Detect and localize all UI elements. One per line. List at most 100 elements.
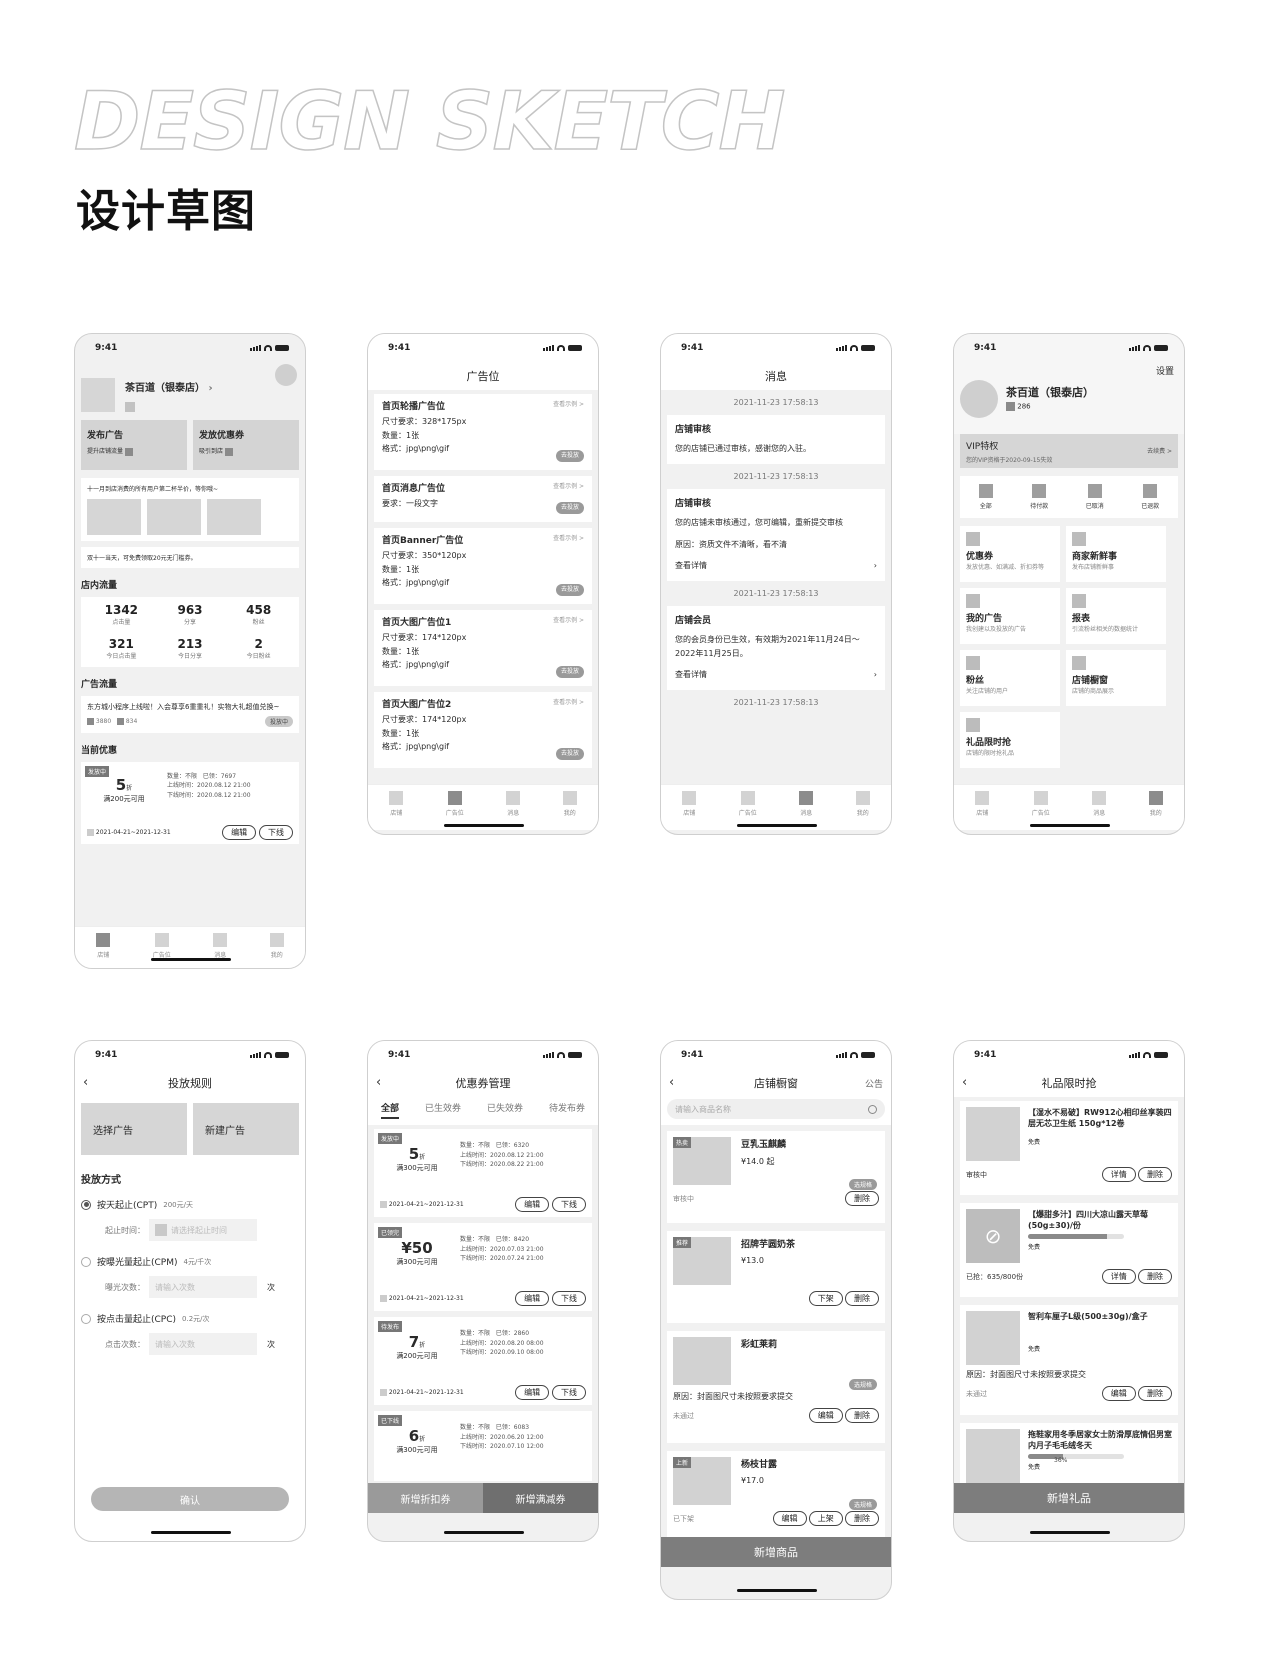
- select-ad-button[interactable]: 选择广告: [81, 1103, 187, 1155]
- tab-shop[interactable]: 店铺: [389, 791, 404, 830]
- avatar[interactable]: [275, 364, 297, 386]
- confirm-button[interactable]: 确认: [91, 1487, 289, 1511]
- delete-button[interactable]: 删除: [1138, 1269, 1172, 1284]
- offline-button[interactable]: 下线: [552, 1291, 586, 1306]
- settings-link[interactable]: 设置: [1156, 364, 1174, 377]
- delete-button[interactable]: 删除: [845, 1511, 879, 1526]
- edit-button[interactable]: 编辑: [515, 1385, 550, 1400]
- menu-fans[interactable]: 粉丝 关注店铺的用户: [960, 650, 1060, 706]
- see-example-link[interactable]: 查看示例 >: [553, 698, 584, 708]
- see-example-link[interactable]: 查看示例 >: [553, 482, 584, 492]
- delete-button[interactable]: 删除: [1138, 1386, 1172, 1401]
- vip-card[interactable]: VIP特权 您的VIP资格于2020-09-15失效 去续费 >: [960, 434, 1178, 468]
- delete-button[interactable]: 删除: [1138, 1167, 1172, 1182]
- spec-button[interactable]: 选规格: [848, 1499, 877, 1510]
- detail-button[interactable]: 详情: [1101, 1167, 1136, 1182]
- ad-traffic-card[interactable]: 东方城小程序上线啦！入会尊享6重重礼！实物大礼超值兑换~ 3880 834 投放…: [81, 696, 299, 733]
- click-input[interactable]: 请输入次数: [149, 1333, 257, 1355]
- vip-renew-link[interactable]: 去续费 >: [1147, 446, 1172, 455]
- tab-shop[interactable]: 店铺: [682, 791, 697, 830]
- view-detail-link[interactable]: 查看详情 ›: [675, 668, 877, 682]
- back-icon[interactable]: ‹: [669, 1075, 674, 1090]
- product-card[interactable]: 热卖 豆乳玉麒麟 ¥14.0 起选规格 审核中 删除: [667, 1131, 885, 1223]
- order-cancelled[interactable]: 已取消: [1086, 484, 1104, 510]
- option-cpt[interactable]: 按天起止(CPT) 200元/天: [75, 1192, 305, 1217]
- gift-card[interactable]: 拖鞋家用冬季居家女士防滑厚底情侣男室内月子毛毛绒冬天 免费 36%: [960, 1423, 1178, 1487]
- message-card[interactable]: 店铺审核 您的店铺未审核通过，您可编辑，重新提交审核 原因：资质文件不清晰，看不清查…: [667, 488, 885, 581]
- add-reduction-button[interactable]: 新增满减券: [483, 1483, 598, 1513]
- coupon-card[interactable]: 发放中 5折 满200元可用 数量：不限 已领：7697 上线时间：2020.08.…: [81, 761, 299, 844]
- edit-button[interactable]: 编辑: [772, 1511, 807, 1526]
- delete-button[interactable]: 删除: [845, 1191, 879, 1206]
- product-card[interactable]: 上新 杨枝甘露 ¥17.0 选规格 已下架 编辑 上架 删除: [667, 1451, 885, 1543]
- place-ad-button[interactable]: 去投放: [555, 665, 584, 678]
- message-card[interactable]: 店铺会员 您的会员身份已生效，有效期为2021年11月24日～2022年11月25…: [667, 605, 885, 691]
- add-product-button[interactable]: 新增商品: [661, 1537, 891, 1567]
- add-gift-button[interactable]: 新增礼品: [954, 1483, 1184, 1513]
- add-discount-button[interactable]: 新增折扣券: [368, 1483, 483, 1513]
- see-example-link[interactable]: 查看示例 >: [553, 616, 584, 626]
- gift-card[interactable]: ⊘ 【爆甜多汁】四川大凉山露天草莓(50g±30)/份 免费 已抢：635/800份 详…: [960, 1203, 1178, 1297]
- place-ad-button[interactable]: 去投放: [555, 449, 584, 462]
- time-range-input[interactable]: 请选择起止时间: [149, 1219, 257, 1241]
- menu-news[interactable]: 商家新鲜事 发布店铺新鲜事: [1066, 526, 1166, 582]
- menu-my-ads[interactable]: 我的广告 我创建以及投放的广告: [960, 588, 1060, 644]
- delete-button[interactable]: 删除: [845, 1291, 879, 1306]
- gift-card[interactable]: 【湿水不易破】RW912心相印丝享装四层无芯卫生纸 150g*12卷 免费 审核中 详…: [960, 1101, 1178, 1195]
- publish-ad-button[interactable]: 发布广告 提升店铺流量: [81, 420, 187, 470]
- tab-active[interactable]: 已生效券: [425, 1101, 461, 1119]
- notice-link[interactable]: 公告: [865, 1077, 883, 1090]
- view-detail-link[interactable]: 查看详情 ›: [675, 559, 877, 573]
- tab-messages[interactable]: 消息: [213, 933, 228, 968]
- place-ad-button[interactable]: 去投放: [555, 501, 584, 514]
- edit-button[interactable]: 编辑: [222, 824, 257, 840]
- coupon-card[interactable]: 已领完 ¥50 满300元可用 数量：不限 已领：8420 上线时间：2020.07.…: [374, 1223, 592, 1311]
- order-all[interactable]: 全部: [978, 484, 993, 510]
- tab-pending[interactable]: 待发布券: [549, 1101, 585, 1119]
- menu-coupons[interactable]: 优惠券 发放优惠、如满减、折扣券等: [960, 526, 1060, 582]
- back-icon[interactable]: ‹: [962, 1075, 967, 1090]
- shop-name-link[interactable]: 茶百道（银泰店） ›: [125, 379, 213, 394]
- notice-card[interactable]: 十一月到店消费的所有用户第二杯半价，等你哦~: [81, 478, 299, 541]
- spec-button[interactable]: 选规格: [848, 1179, 877, 1190]
- menu-gifts[interactable]: 礼品限时抢 店铺的限时抢礼品: [960, 712, 1060, 768]
- coupon-card[interactable]: 发放中 5折 满300元可用 数量：不限 已领：6320 上线时间：2020.08.1…: [374, 1129, 592, 1217]
- menu-window[interactable]: 店铺橱窗 店铺的商品展示: [1066, 650, 1166, 706]
- order-refunded[interactable]: 已退款: [1141, 484, 1159, 510]
- edit-button[interactable]: 编辑: [1101, 1386, 1136, 1401]
- back-icon[interactable]: ‹: [83, 1075, 88, 1090]
- offline-button[interactable]: 下线: [552, 1385, 586, 1400]
- ad-slot-card[interactable]: 首页Banner广告位 尺寸要求：350*120px 数量：1张 格式：jpg\png…: [374, 528, 592, 604]
- search-icon[interactable]: [868, 1104, 877, 1114]
- ad-slot-card[interactable]: 首页大图广告位1 尺寸要求：174*120px 数量：1张 格式：jpg\png\gi…: [374, 610, 592, 686]
- edit-button[interactable]: 编辑: [808, 1408, 843, 1423]
- product-card[interactable]: 推荐 招牌芋圆奶茶 ¥13.0 下架 删除: [667, 1231, 885, 1323]
- menu-reports[interactable]: 报表 引流粉丝相关的数据统计: [1066, 588, 1166, 644]
- impression-input[interactable]: 请输入次数: [149, 1276, 257, 1298]
- coupon-card[interactable]: 已下线 6折 满300元可用 数量：不限 已领：6083 上线时间：2020.06.2…: [374, 1411, 592, 1481]
- unlist-button[interactable]: 下架: [808, 1291, 843, 1306]
- tab-mine[interactable]: 我的: [1148, 791, 1163, 830]
- notice-text-2[interactable]: 双十一当天，可免费领取20元无门槛券。: [81, 547, 299, 568]
- tab-shop[interactable]: 店铺: [96, 933, 111, 968]
- tab-all[interactable]: 全部: [380, 1101, 399, 1119]
- ad-slot-card[interactable]: 首页大图广告位2 尺寸要求：174*120px 数量：1张 格式：jpg\png\gi…: [374, 692, 592, 768]
- tab-expired[interactable]: 已失效券: [487, 1101, 523, 1119]
- see-example-link[interactable]: 查看示例 >: [553, 400, 584, 410]
- delete-button[interactable]: 删除: [845, 1408, 879, 1423]
- edit-button[interactable]: 编辑: [515, 1291, 550, 1306]
- option-cpc[interactable]: 按点击量起止(CPC) 0.2元/次: [75, 1304, 305, 1331]
- message-card[interactable]: 店铺审核 您的店铺已通过审核，感谢您的入驻。: [667, 415, 885, 464]
- ad-slot-card[interactable]: 首页轮播广告位 尺寸要求：328*175px 数量：1张 格式：jpg\png\gif…: [374, 394, 592, 470]
- detail-button[interactable]: 详情: [1101, 1269, 1136, 1284]
- order-unpaid[interactable]: 待付款: [1030, 484, 1048, 510]
- ad-slot-card[interactable]: 首页消息广告位 要求：一段文字 查看示例 > 去投放: [374, 476, 592, 522]
- tab-mine[interactable]: 我的: [855, 791, 870, 830]
- tab-mine[interactable]: 我的: [269, 933, 284, 968]
- edit-button[interactable]: 编辑: [515, 1197, 550, 1212]
- place-ad-button[interactable]: 去投放: [555, 747, 584, 760]
- coupon-card[interactable]: 待发布 7折 满200元可用 数量：不限 已领：2860 上线时间：2020.08.2…: [374, 1317, 592, 1405]
- back-icon[interactable]: ‹: [376, 1075, 381, 1090]
- option-cpm[interactable]: 按曝光量起止(CPM) 4元/千次: [75, 1247, 305, 1274]
- avatar[interactable]: [960, 380, 998, 418]
